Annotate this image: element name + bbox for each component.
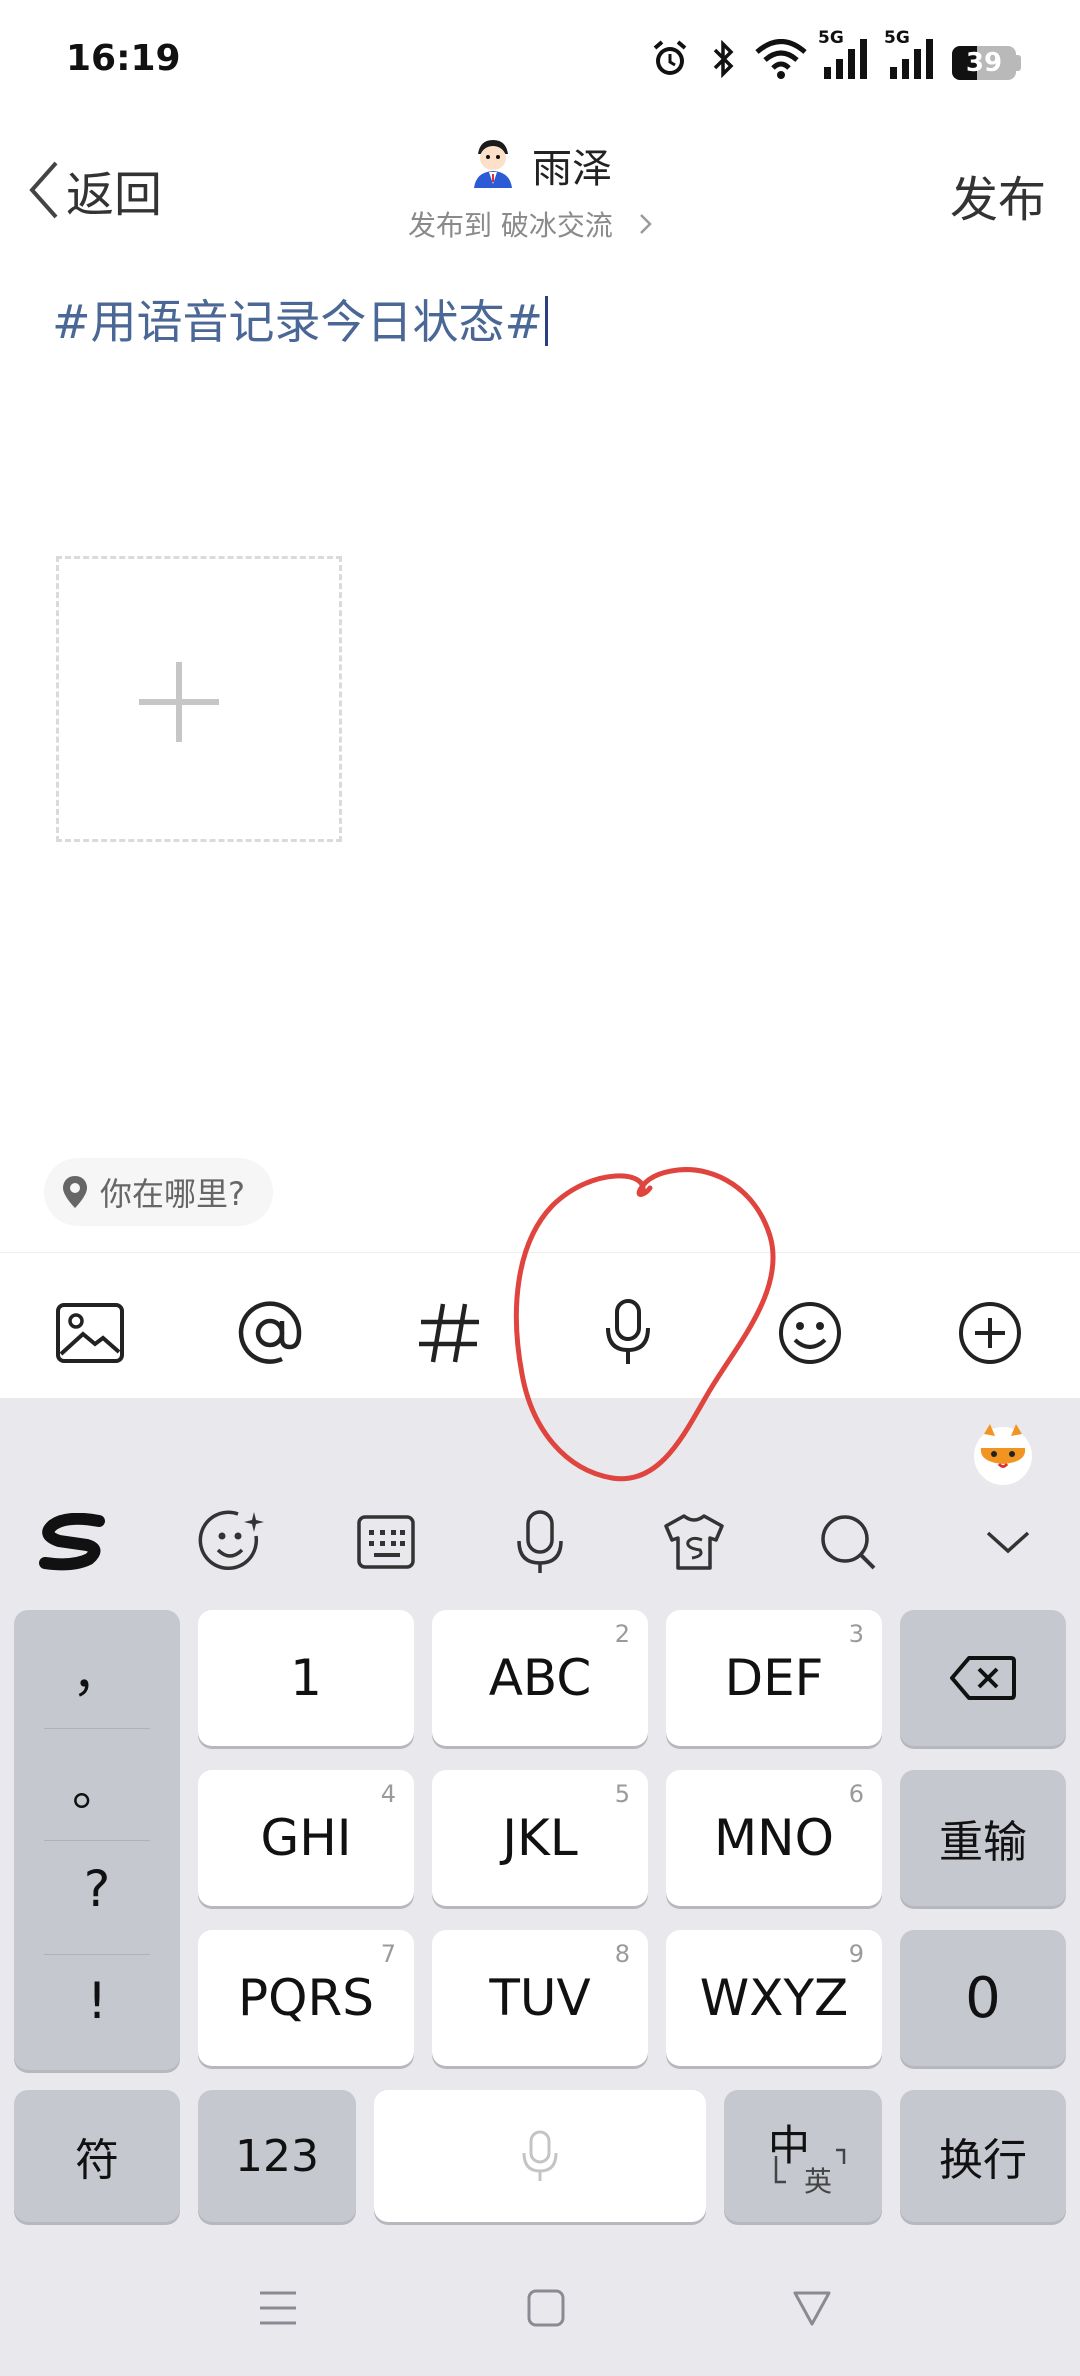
symbol-key[interactable]: 符 [14,2090,180,2222]
key-wxyz[interactable]: WXYZ 9 [666,1930,882,2066]
battery-level: 39 [965,48,1003,78]
network-type-label: 5G [884,28,910,48]
avatar [466,136,520,190]
key-label: WXYZ [699,1969,849,2027]
key-0[interactable]: 0 [900,1930,1066,2066]
status-time: 16:19 [66,38,181,79]
divider [44,1728,150,1729]
key-number: 6 [848,1780,864,1808]
key-label: ABC [488,1649,592,1707]
keyboard: ， 。 ? ! 1 ABC 2 DEF 3 GHI 4 JKL 5 MNO 6 … [0,1398,1080,2376]
key-number: 5 [614,1780,630,1808]
home-icon[interactable] [516,2278,576,2338]
key-label: TUV [489,1969,591,2027]
sogou-logo-icon[interactable] [34,1502,114,1582]
key-ghi[interactable]: GHI 4 [198,1770,414,1906]
key-label: GHI [260,1809,352,1867]
signal-icon: 5G [818,28,874,84]
network-type-label: 5G [818,28,844,48]
punct-comma-key[interactable]: ， [14,1634,180,1706]
language-switch-key[interactable]: 中 英 [724,2090,882,2222]
key-abc[interactable]: ABC 2 [432,1610,648,1746]
annotation-circle [513,1167,776,1482]
key-number: 7 [380,1940,396,1968]
reinput-key[interactable]: 重输 [900,1770,1066,1906]
punct-period-key[interactable]: 。 [14,1748,180,1820]
collapse-icon[interactable] [968,1502,1048,1582]
key-label: JKL [502,1809,578,1867]
bluetooth-icon [706,34,742,84]
search-icon[interactable] [808,1502,888,1582]
key-def[interactable]: DEF 3 [666,1610,882,1746]
key-tuv[interactable]: TUV 8 [432,1930,648,2066]
space-key[interactable] [374,2090,706,2222]
key-mno[interactable]: MNO 6 [666,1770,882,1906]
add-media-button[interactable] [56,556,342,842]
key-number: 3 [848,1620,864,1648]
image-icon[interactable] [50,1293,130,1373]
key-number: 8 [614,1940,630,1968]
system-nav-bar [0,2248,1080,2376]
battery-cap [1016,55,1021,71]
key-label: DEF [724,1649,824,1707]
divider [44,1840,150,1841]
chevron-left-icon [29,161,58,219]
key-label: PQRS [238,1969,374,2027]
back-label: 返回 [66,167,163,223]
signal-icon: 5G [884,28,940,84]
alarm-icon [646,34,694,84]
enter-key[interactable]: 换行 [900,2090,1066,2222]
location-pin-icon [63,1176,87,1208]
backspace-icon [950,1656,1016,1700]
lang-bracket-icon [774,2148,846,2184]
wifi-icon [752,34,810,84]
emoji-icon[interactable] [192,1502,272,1582]
add-icon[interactable] [950,1293,1030,1373]
punct-question-key[interactable]: ? [14,1860,180,1918]
key-number: 4 [380,1780,396,1808]
divider [44,1954,150,1955]
hashtag-icon[interactable] [410,1293,490,1373]
text-caret [545,296,549,346]
back-icon[interactable] [782,2278,842,2338]
microphone-icon[interactable] [500,1502,580,1582]
publish-target-label: 发布到 破冰交流 [408,209,613,242]
number-key[interactable]: 123 [198,2090,356,2222]
publish-target-selector[interactable]: 发布到 破冰交流 [408,204,661,244]
key-label: MNO [714,1809,834,1867]
backspace-key[interactable] [900,1610,1066,1746]
at-icon[interactable] [230,1293,310,1373]
back-button[interactable]: 返回 [24,150,162,230]
skin-icon[interactable] [654,1502,734,1582]
punctuation-column: ， 。 ? ! [14,1610,180,2070]
chevron-right-icon [640,214,652,234]
battery-icon: 39 [952,46,1016,80]
location-button[interactable]: 你在哪里? [44,1158,273,1226]
location-label: 你在哪里? [100,1175,245,1213]
compose-text: #用语音记录今日状态# [52,295,544,349]
key-label: 1 [290,1649,322,1707]
status-bar: 16:19 5G 5G 39 [0,0,1080,120]
compose-input[interactable]: #用语音记录今日状态# [52,286,549,352]
punct-exclamation-key[interactable]: ! [14,1972,180,2030]
plus-icon-stem [176,662,182,742]
publish-button[interactable]: 发布 [950,160,1046,230]
username: 雨泽 [532,146,612,192]
keyboard-icon[interactable] [346,1502,426,1582]
key-number: 2 [614,1620,630,1648]
key-pqrs[interactable]: PQRS 7 [198,1930,414,2066]
key-number: 9 [848,1940,864,1968]
menu-icon[interactable] [248,2278,308,2338]
key-jkl[interactable]: JKL 5 [432,1770,648,1906]
microphone-icon [522,2130,558,2181]
mascot-icon[interactable] [968,1420,1038,1490]
key-1[interactable]: 1 [198,1610,414,1746]
